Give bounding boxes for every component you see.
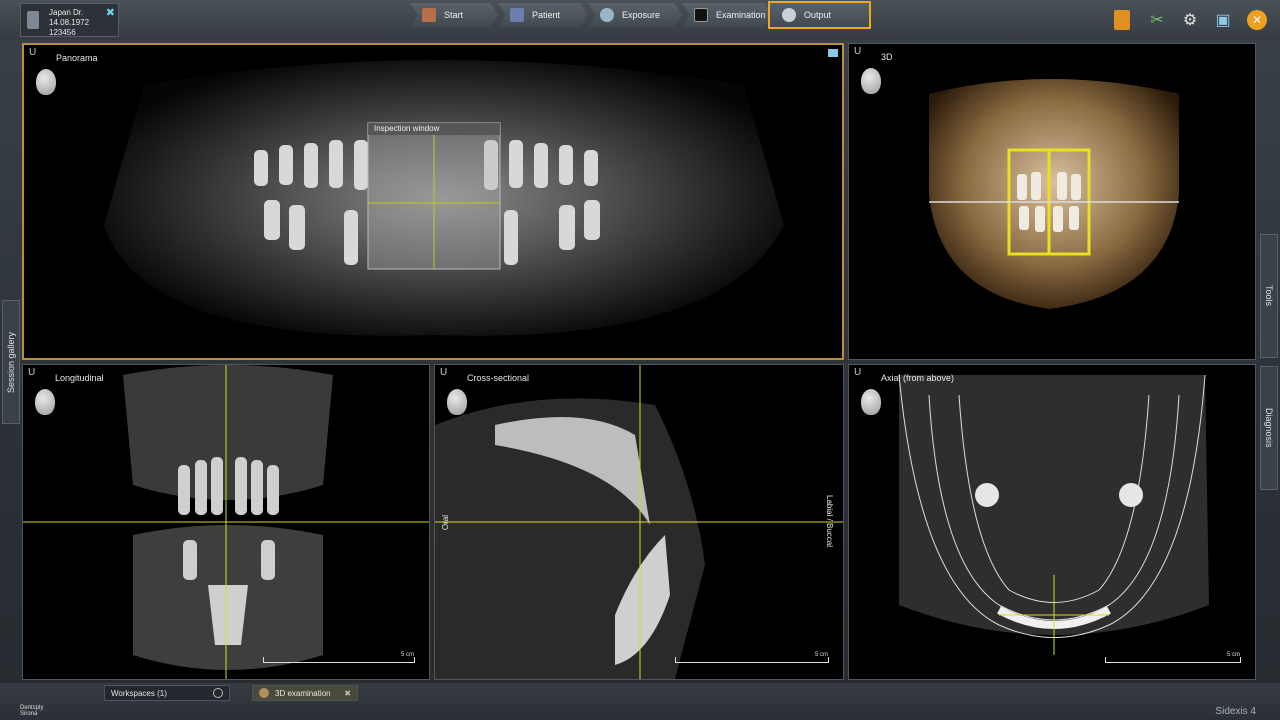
window-icon[interactable]: ▣ [1213, 10, 1233, 30]
gear-icon[interactable]: ⚙ [1180, 10, 1200, 30]
longitudinal-view[interactable]: U Longitudinal 5 cm [22, 364, 430, 680]
view-title: Longitudinal [55, 373, 104, 383]
session-gallery-label: Session gallery [6, 331, 16, 393]
orientation-marker: U [854, 46, 862, 57]
scale-bar [1105, 657, 1241, 663]
oral-label: Oral [441, 515, 450, 531]
workflow-exposure-label: Exposure [622, 10, 661, 20]
panorama-view[interactable]: U Panorama Inspection window [22, 43, 844, 360]
exposure-icon [600, 8, 614, 22]
product-name: Sidexis 4 [1215, 706, 1256, 717]
workflow-examination[interactable]: Examination [682, 3, 772, 27]
document-icon[interactable] [1114, 10, 1130, 30]
brand-line-2: Sirona [20, 711, 38, 717]
head-orientation-icon[interactable] [35, 389, 55, 415]
tab-close-icon[interactable]: ✖ [344, 689, 351, 698]
workflow-examination-label: Examination [716, 10, 766, 20]
close-icon[interactable]: ✕ [1247, 10, 1267, 30]
3d-examination-tab[interactable]: 3D examination ✖ [252, 685, 358, 701]
3d-view[interactable]: U 3D [848, 43, 1256, 360]
workflow-patient-label: Patient [532, 10, 561, 20]
diagnosis-tab-label: Diagnosis [1264, 408, 1274, 448]
head-orientation-icon[interactable] [861, 68, 881, 94]
scale-label: 5 cm [815, 652, 829, 658]
scale-label: 5 cm [1227, 652, 1241, 658]
inspection-window-label: Inspection window [374, 124, 440, 133]
cross-sectional-view[interactable]: U Cross-sectional Oral Labial / Buccal 5… [434, 364, 844, 680]
head-orientation-icon[interactable] [36, 69, 56, 95]
view-title: Cross-sectional [467, 373, 530, 383]
labial-buccal-label: Labial / Buccal [825, 495, 834, 548]
axial-view[interactable]: U Axial (from above) 5 cm [848, 364, 1256, 680]
bottom-bar: Workspaces (1) 3D examination ✖ Dentsply… [0, 683, 1280, 720]
workflow-output[interactable]: Output [768, 1, 871, 29]
workflow-patient[interactable]: Patient [498, 3, 588, 27]
tools-tab-label: Tools [1264, 285, 1274, 307]
workspaces-tab[interactable]: Workspaces (1) [104, 685, 230, 701]
view-title: Axial (from above) [881, 373, 955, 383]
patient-id: 123456 [49, 28, 76, 37]
scale-label: 5 cm [401, 652, 415, 658]
orientation-marker: U [28, 367, 36, 378]
workspaces-close-icon[interactable] [213, 688, 223, 698]
close-patient-icon[interactable]: ✖ [106, 6, 115, 19]
patient-icon [510, 8, 524, 22]
diagnosis-tab[interactable]: Diagnosis [1260, 366, 1278, 490]
orientation-marker: U [29, 47, 37, 58]
patient-avatar-icon [27, 11, 39, 29]
output-icon [782, 8, 796, 22]
axial-image [898, 374, 1209, 655]
workflow-start[interactable]: Start [410, 3, 498, 27]
maximize-icon[interactable] [828, 49, 838, 57]
scale-bar [263, 657, 415, 663]
workspaces-label: Workspaces (1) [111, 688, 167, 698]
top-bar: Japan Dr. 14.08.1972 123456 ✖ Start Pati… [0, 0, 1280, 40]
head-orientation-icon[interactable] [447, 389, 467, 415]
view-title: Panorama [56, 53, 98, 63]
examination-icon [694, 8, 708, 22]
panorama-image [104, 60, 784, 336]
3d-examination-label: 3D examination [275, 688, 331, 698]
workflow-output-label: Output [804, 10, 832, 20]
brand-logo: Dentsply Sirona [20, 705, 43, 717]
tools-tab[interactable]: Tools [1260, 234, 1278, 358]
scale-bar [675, 657, 829, 663]
longitudinal-image [23, 365, 429, 679]
examination-tab-icon [259, 688, 269, 698]
session-gallery-tab[interactable]: Session gallery [2, 300, 20, 424]
view-title: 3D [881, 52, 893, 62]
app-window: Japan Dr. 14.08.1972 123456 ✖ Start Pati… [0, 0, 1280, 720]
cross-sectional-image [435, 365, 843, 679]
orientation-marker: U [854, 367, 862, 378]
3d-skull-image [929, 79, 1179, 309]
home-icon [422, 8, 436, 22]
tools-icon[interactable]: ✂ [1147, 10, 1167, 30]
orientation-marker: U [440, 367, 448, 378]
head-orientation-icon[interactable] [861, 389, 881, 415]
workflow-start-label: Start [444, 10, 464, 20]
workflow-exposure[interactable]: Exposure [588, 3, 682, 27]
patient-card[interactable]: Japan Dr. 14.08.1972 123456 ✖ [20, 3, 119, 37]
